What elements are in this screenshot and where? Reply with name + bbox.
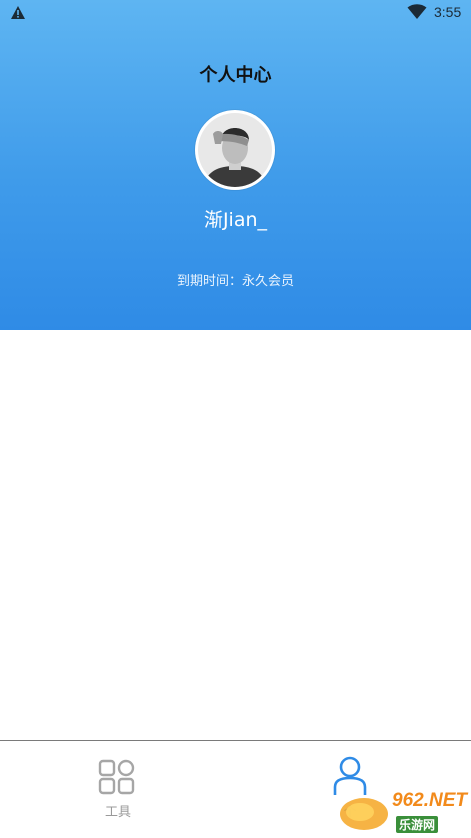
wifi-icon: [407, 4, 427, 19]
grid-icon: [98, 759, 135, 795]
profile-header: 3:55 个人中心 渐Jian_ 到期时间：永久会员: [0, 0, 471, 330]
username: 渐Jian_: [203, 209, 268, 231]
watermark-text: 962.NET: [392, 790, 467, 811]
watermark-subtext: 乐游网: [396, 816, 439, 833]
avatar[interactable]: [195, 110, 275, 190]
page-title: 个人中心: [199, 65, 272, 86]
tab-tools[interactable]: 工具: [90, 757, 146, 821]
warning-icon: [11, 6, 25, 19]
status-bar: 3:55: [0, 0, 471, 26]
watermark-badge-icon: [340, 798, 388, 830]
avatar-photo: [197, 112, 273, 188]
tab-tools-label: 工具: [104, 805, 131, 820]
membership-expiry: 到期时间：永久会员: [176, 274, 294, 289]
status-time: 3:55: [434, 4, 462, 20]
